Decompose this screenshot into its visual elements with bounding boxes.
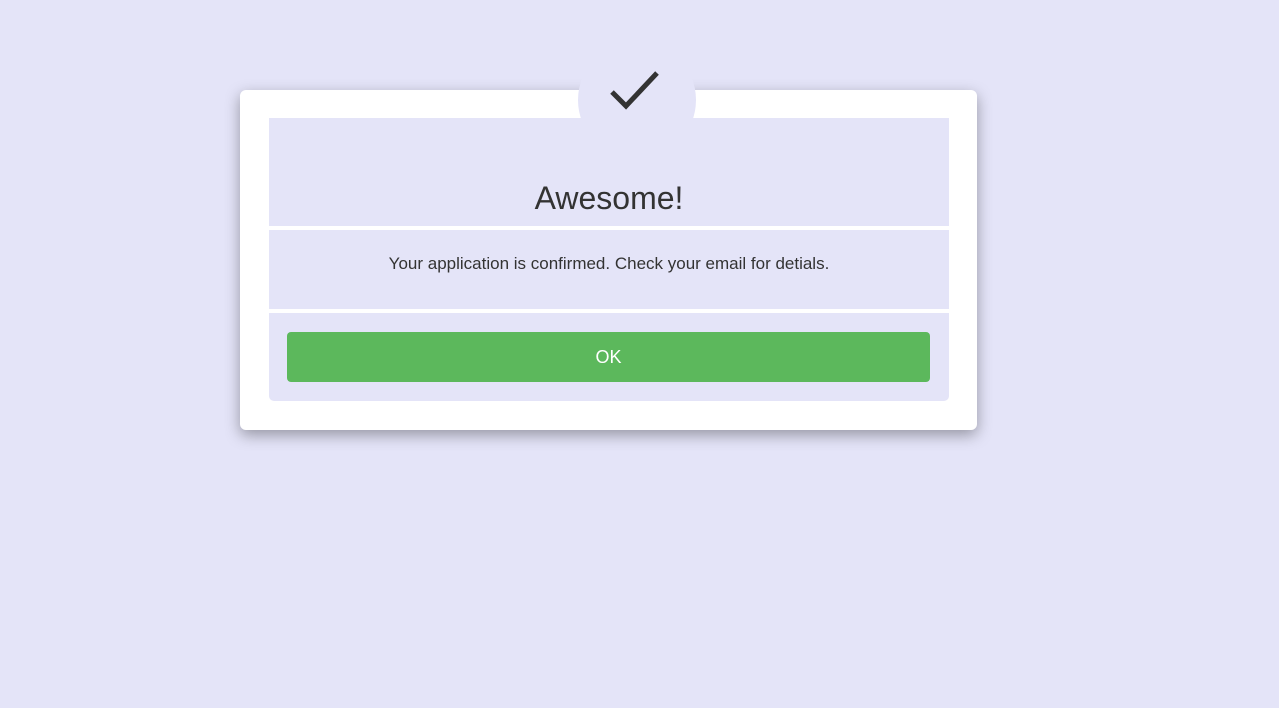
modal-title: Awesome!: [534, 180, 684, 216]
page-background: Awesome! Your application is confirmed. …: [0, 0, 1279, 708]
modal-footer: OK: [269, 313, 949, 401]
checkmark-icon: [610, 71, 659, 110]
confirmation-message: Your application is confirmed. Check you…: [388, 254, 830, 273]
ok-button[interactable]: OK: [287, 332, 930, 382]
modal-header: Awesome!: [269, 41, 949, 226]
confirmation-modal: Awesome! Your application is confirmed. …: [240, 41, 977, 430]
modal-body: Your application is confirmed. Check you…: [269, 230, 949, 309]
